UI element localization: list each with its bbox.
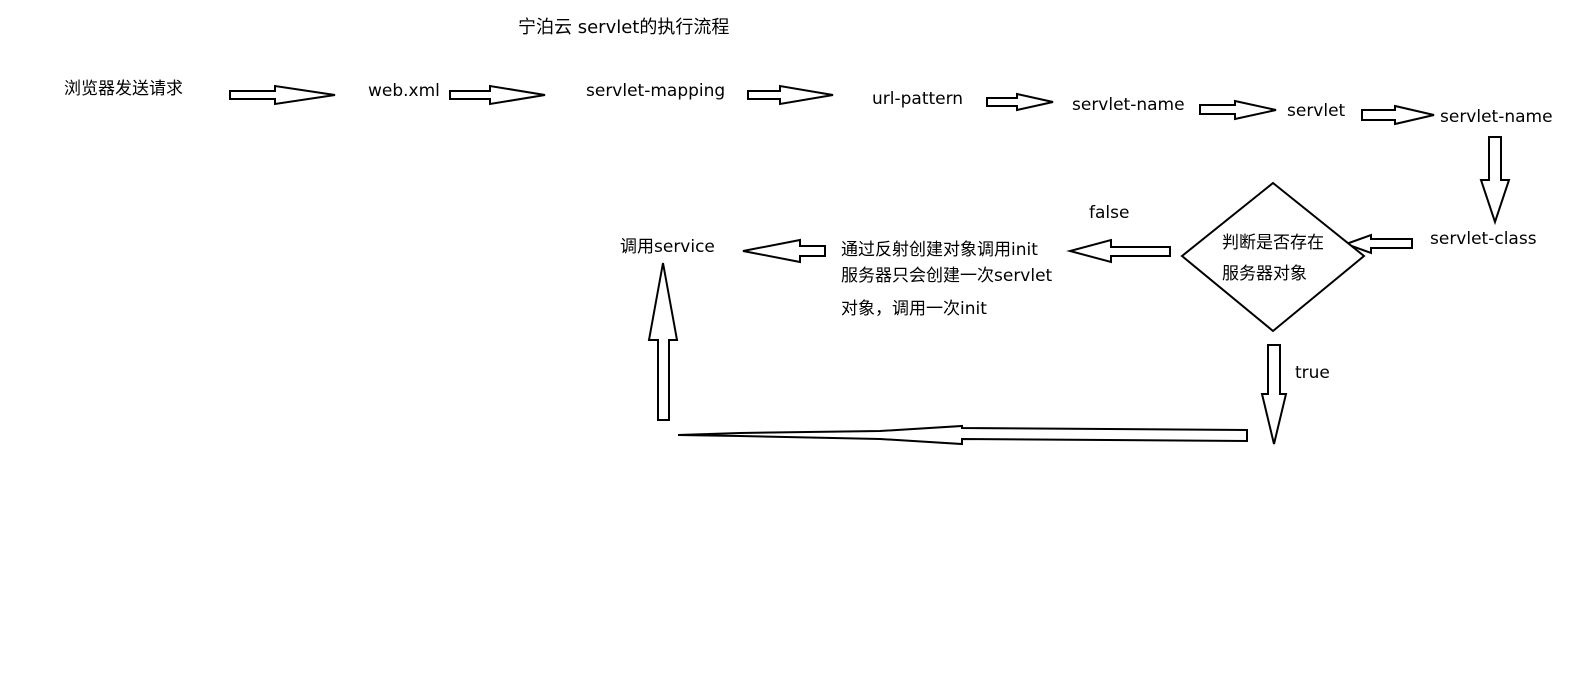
arrow-pattern-to-name1 (986, 92, 1054, 112)
arrow-webxml-to-mapping (449, 84, 546, 106)
node-browser-request: 浏览器发送请求 (64, 79, 183, 99)
arrow-name2-to-class (1479, 136, 1511, 226)
return-line (677, 424, 1248, 446)
reflect-text-line1: 通过反射创建对象调用init (841, 240, 1038, 260)
arrow-false-to-reflect (1066, 238, 1171, 264)
decision-diamond (1180, 181, 1366, 333)
flowchart-canvas (229, 84, 1511, 446)
edge-label-true: true (1295, 363, 1330, 383)
reflect-text-line3: 对象，调用一次init (841, 299, 987, 319)
edge-label-false: false (1089, 203, 1130, 223)
node-servlet: servlet (1287, 101, 1346, 121)
arrow-mapping-to-pattern (747, 84, 834, 106)
node-servlet-name-2: servlet-name (1440, 107, 1553, 127)
node-servlet-name-1: servlet-name (1072, 95, 1185, 115)
arrow-servlet-to-name2 (1361, 104, 1435, 126)
arrow-true-down (1260, 344, 1288, 445)
decision-text-line2: 服务器对象 (1222, 264, 1307, 284)
node-servlet-mapping: servlet-mapping (586, 81, 726, 101)
arrow-browser-to-webxml (229, 84, 336, 106)
arrow-reflect-to-service (742, 238, 826, 264)
arrow-name1-to-servlet (1199, 99, 1277, 121)
decision-text-line1: 判断是否存在 (1222, 233, 1324, 253)
node-servlet-class: servlet-class (1430, 229, 1537, 249)
node-url-pattern: url-pattern (872, 89, 964, 109)
reflect-text-line2: 服务器只会创建一次servlet (841, 266, 1053, 286)
node-call-service: 调用service (620, 237, 715, 257)
diagram-title: 宁泊云 servlet的执行流程 (518, 17, 730, 38)
node-web-xml: web.xml (368, 81, 440, 101)
arrow-up-to-service (647, 262, 679, 421)
